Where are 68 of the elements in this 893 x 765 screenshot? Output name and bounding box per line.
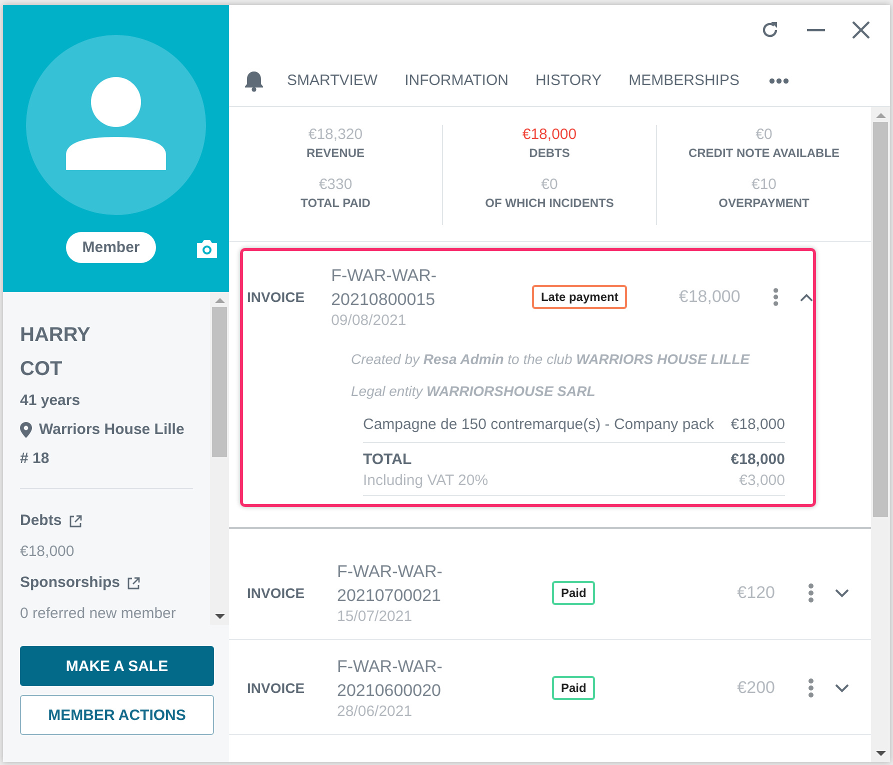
club-name: Warriors House Lille <box>39 420 184 440</box>
external-link-icon[interactable] <box>127 576 140 590</box>
tab[interactable]: MEMBERSHIPS <box>628 72 740 89</box>
stat-value: €18,320 <box>308 125 363 145</box>
total-label: TOTAL <box>363 450 412 470</box>
stat-value: €330 <box>318 175 352 195</box>
close-icon[interactable] <box>852 21 870 39</box>
stat-label: OF WHICH INCIDENTS <box>485 195 614 211</box>
section-title: Sponsorships <box>20 573 120 593</box>
legal-entity-text: Legal entity WARRIORSHOUSE SARL <box>351 382 596 401</box>
stat-label: OVERPAYMENT <box>718 195 810 211</box>
stat-label: TOTAL PAID <box>300 195 370 211</box>
stat-label: REVENUE <box>306 145 364 161</box>
stat-value: €18,000 <box>522 125 577 145</box>
vat-label: Including VAT 20% <box>363 471 488 491</box>
member-badge: Member <box>66 232 156 263</box>
vat-amount: €3,000 <box>739 471 785 491</box>
invoice-date: 28/06/2021 <box>337 703 414 721</box>
member-number: # 18 <box>20 449 50 469</box>
kebab-menu-icon[interactable] <box>808 583 814 603</box>
scrollbar[interactable] <box>210 292 229 625</box>
member-actions-button[interactable]: MEMBER ACTIONS <box>20 695 214 735</box>
created-by-text: Created by Resa Admin to the club WARRIORS HOUSE LILLE <box>351 350 751 369</box>
invoice-number[interactable]: F-WAR-WAR-20210600020 <box>337 655 462 703</box>
kebab-menu-icon[interactable] <box>808 678 814 698</box>
status-badge: Paid <box>552 581 596 605</box>
total-amount: €18,000 <box>730 450 785 470</box>
scrollbar[interactable] <box>871 107 890 762</box>
section-value: 0 referred new member <box>20 604 177 624</box>
invoice-number[interactable]: F-WAR-WAR-20210800015 <box>331 264 456 312</box>
status-badge: Paid <box>552 676 596 700</box>
tab[interactable]: SMARTVIEW <box>287 72 378 89</box>
line-amount: €18,000 <box>730 416 785 433</box>
more-icon[interactable] <box>769 78 790 84</box>
invoice-amount: €120 <box>736 583 775 603</box>
last-name: COT <box>20 357 64 382</box>
bell-icon[interactable] <box>244 70 264 92</box>
invoice-number[interactable]: F-WAR-WAR-20210700021 <box>337 560 462 608</box>
tab[interactable]: HISTORY <box>535 72 602 89</box>
stat-value: €0 <box>756 125 772 145</box>
stat-label: DEBTS <box>529 145 570 161</box>
external-link-icon[interactable] <box>68 514 82 528</box>
stat-value: €10 <box>751 175 777 195</box>
invoice-amount: €200 <box>736 678 775 698</box>
invoice-date: 09/08/2021 <box>331 312 408 330</box>
refresh-icon[interactable] <box>760 20 780 40</box>
kebab-menu-icon[interactable] <box>773 287 779 307</box>
invoice-amount: €18,000 <box>678 287 740 307</box>
section-title: Debts <box>20 511 62 531</box>
age-text: 41 years <box>20 391 82 411</box>
invoice-type: INVOICE <box>247 289 306 305</box>
status-badge: Late payment <box>532 285 628 309</box>
chevron-down-icon[interactable] <box>835 588 849 598</box>
chevron-up-icon[interactable] <box>800 292 814 302</box>
avatar-icon <box>26 35 206 215</box>
invoice-type: INVOICE <box>247 585 306 601</box>
line-description: Campagne de 150 contremarque(s) - Company pack <box>363 416 714 433</box>
invoice-date: 15/07/2021 <box>337 608 414 626</box>
camera-icon[interactable] <box>195 238 219 260</box>
stat-value: €0 <box>541 175 558 195</box>
tab[interactable]: INFORMATION <box>404 72 508 89</box>
first-name: HARRY <box>20 323 92 348</box>
make-sale-button[interactable]: MAKE A SALE <box>20 646 214 686</box>
invoice-type: INVOICE <box>247 680 306 696</box>
section-value: €18,000 <box>20 542 76 562</box>
location-pin-icon <box>20 422 32 438</box>
chevron-down-icon[interactable] <box>835 684 849 692</box>
stat-label: CREDIT NOTE AVAILABLE <box>688 145 840 161</box>
